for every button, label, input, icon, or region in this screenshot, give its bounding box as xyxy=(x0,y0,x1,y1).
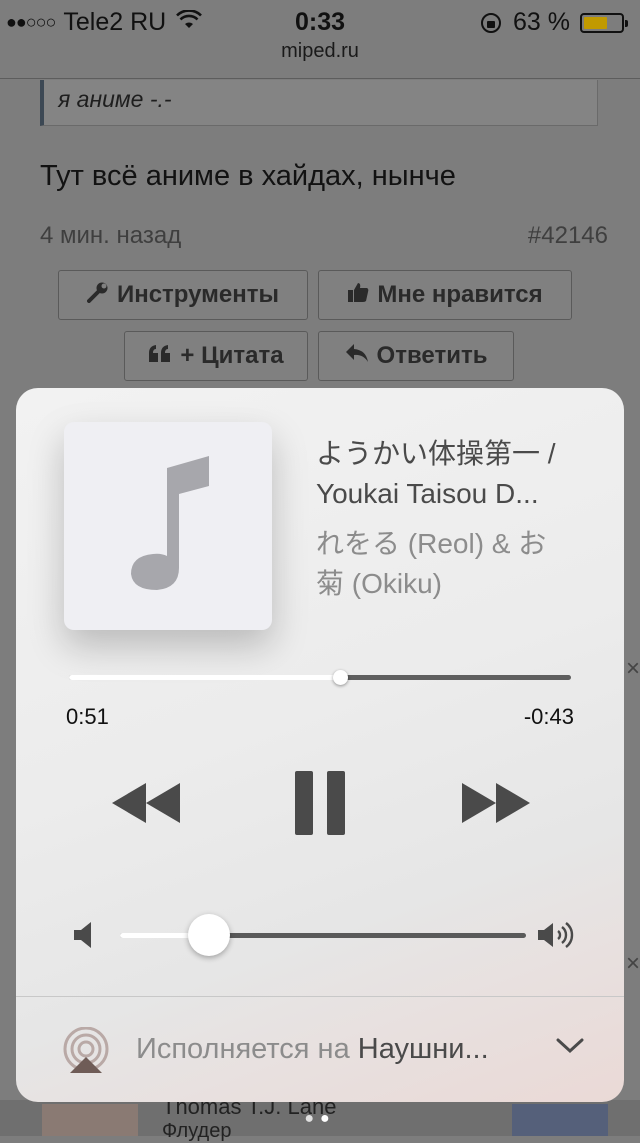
volume-handle[interactable] xyxy=(188,914,231,956)
artist-name: れをる (Reol) & お xyxy=(316,528,547,559)
rewind-icon xyxy=(112,783,180,823)
fast-forward-icon xyxy=(462,783,530,823)
playback-scrubber[interactable] xyxy=(69,670,571,685)
song-title: ようかい体操第一 / xyxy=(316,438,556,469)
pause-button[interactable] xyxy=(286,768,354,838)
battery-icon xyxy=(580,12,628,33)
reply-icon xyxy=(345,343,369,369)
close-icon[interactable]: × xyxy=(626,950,640,978)
album-artwork-placeholder xyxy=(64,422,272,630)
airplay-icon xyxy=(62,1026,110,1080)
battery-percent: 63 % xyxy=(513,8,570,36)
rewind-button[interactable] xyxy=(106,768,186,838)
page-indicator[interactable]: ●● xyxy=(0,1110,640,1128)
post-time: 4 мин. назад xyxy=(40,222,182,249)
remaining-time: -0:43 xyxy=(523,704,574,729)
chevron-down-icon[interactable] xyxy=(556,1037,584,1060)
page-dot[interactable]: ● xyxy=(304,1110,320,1127)
artist-name-continued: 菊 (Okiku) xyxy=(316,568,443,599)
volume-slider[interactable] xyxy=(120,914,526,956)
reply-label: Ответить xyxy=(376,342,488,369)
quote-label: + Цитата xyxy=(180,342,284,369)
airplay-prefix: Исполняется на xyxy=(136,1033,358,1065)
battery-level xyxy=(584,16,607,29)
pause-icon xyxy=(295,771,345,835)
song-title-continued: Youkai Taisou D... xyxy=(316,478,539,509)
toolbar-divider xyxy=(0,78,640,79)
quote-block: я аниме -.- xyxy=(40,80,598,126)
status-right: 63 % xyxy=(481,8,628,37)
music-note-icon xyxy=(131,456,209,590)
like-button[interactable]: Мне нравится xyxy=(318,270,572,320)
close-icon[interactable]: × xyxy=(626,655,640,683)
elapsed-time: 0:51 xyxy=(66,704,109,729)
reply-button[interactable]: Ответить xyxy=(318,331,514,381)
post-text: Тут всё аниме в хайдах, нынче xyxy=(40,160,456,192)
page-dot[interactable]: ● xyxy=(320,1110,336,1127)
wrench-icon xyxy=(86,281,109,309)
scrubber-handle[interactable] xyxy=(333,670,349,685)
post-id-link[interactable]: #42146 xyxy=(528,222,608,250)
volume-high-icon xyxy=(538,920,576,955)
airplay-label: Исполняется на Наушни... xyxy=(136,1033,489,1066)
now-playing-card: ようかい体操第一 / Youkai Taisou D... れをる (Reol)… xyxy=(16,388,624,1102)
status-bar: ●●○○○ Tele2 RU 0:33 63 % xyxy=(0,0,640,40)
address-bar[interactable]: miped.ru xyxy=(0,40,640,63)
airplay-device-name: Наушни... xyxy=(357,1033,489,1065)
quote-button[interactable]: + Цитата xyxy=(124,331,308,381)
quote-text: я аниме -.- xyxy=(58,86,172,112)
tools-label: Инструменты xyxy=(116,281,280,308)
quote-icon xyxy=(148,343,172,369)
orientation-lock-icon xyxy=(481,12,502,33)
like-label: Мне нравится xyxy=(377,281,543,308)
thumbs-up-icon xyxy=(347,281,369,309)
airplay-output-selector[interactable]: Исполняется на Наушни... xyxy=(16,997,624,1102)
playback-progress-fill xyxy=(69,675,341,680)
volume-low-icon xyxy=(74,922,94,953)
tools-button[interactable]: Инструменты xyxy=(58,270,308,320)
fast-forward-button[interactable] xyxy=(456,768,536,838)
